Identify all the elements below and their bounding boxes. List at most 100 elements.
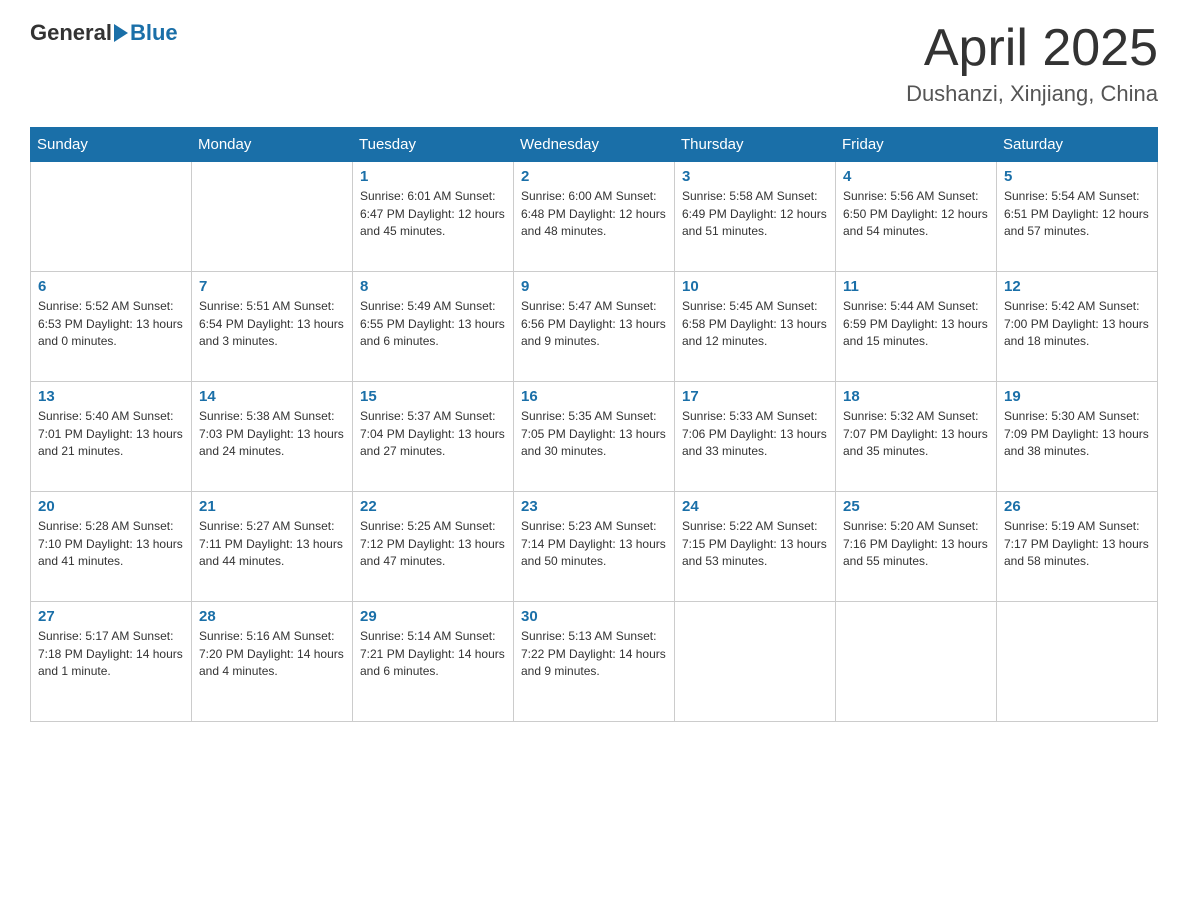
calendar-cell — [192, 162, 353, 272]
day-number: 25 — [843, 498, 989, 515]
day-info: Sunrise: 5:20 AM Sunset: 7:16 PM Dayligh… — [843, 518, 989, 570]
calendar-cell: 19Sunrise: 5:30 AM Sunset: 7:09 PM Dayli… — [997, 382, 1158, 492]
day-info: Sunrise: 5:13 AM Sunset: 7:22 PM Dayligh… — [521, 628, 667, 680]
calendar-cell: 18Sunrise: 5:32 AM Sunset: 7:07 PM Dayli… — [836, 382, 997, 492]
day-info: Sunrise: 5:47 AM Sunset: 6:56 PM Dayligh… — [521, 298, 667, 350]
day-of-week-header: Wednesday — [514, 128, 675, 162]
day-number: 12 — [1004, 278, 1150, 295]
location-subtitle: Dushanzi, Xinjiang, China — [906, 81, 1158, 107]
calendar-cell: 25 Sunrise: 5:20 AM Sunset: 7:16 PM Dayli… — [836, 492, 997, 602]
day-number: 2 — [521, 168, 667, 185]
day-number: 6 — [38, 278, 184, 295]
calendar-cell: 24 Sunrise: 5:22 AM Sunset: 7:15 PM Dayli… — [675, 492, 836, 602]
calendar-cell: 7 Sunrise: 5:51 AM Sunset: 6:54 PM Daylig… — [192, 272, 353, 382]
day-info: Sunrise: 5:54 AM Sunset: 6:51 PM Dayligh… — [1004, 188, 1150, 240]
day-of-week-header: Friday — [836, 128, 997, 162]
day-info: Sunrise: 5:45 AM Sunset: 6:58 PM Dayligh… — [682, 298, 828, 350]
calendar-cell: 3Sunrise: 5:58 AM Sunset: 6:49 PM Daylig… — [675, 162, 836, 272]
day-info: Sunrise: 5:33 AM Sunset: 7:06 PM Dayligh… — [682, 408, 828, 460]
calendar-cell: 30 Sunrise: 5:13 AM Sunset: 7:22 PM Dayli… — [514, 602, 675, 722]
calendar-cell: 12 Sunrise: 5:42 AM Sunset: 7:00 PM Dayli… — [997, 272, 1158, 382]
calendar-table: SundayMondayTuesdayWednesdayThursdayFrid… — [30, 127, 1158, 722]
logo: General Blue — [30, 20, 178, 46]
day-number: 4 — [843, 168, 989, 185]
calendar-cell: 17 Sunrise: 5:33 AM Sunset: 7:06 PM Dayli… — [675, 382, 836, 492]
calendar-cell: 15 Sunrise: 5:37 AM Sunset: 7:04 PM Dayli… — [353, 382, 514, 492]
day-info: Sunrise: 5:30 AM Sunset: 7:09 PM Dayligh… — [1004, 408, 1150, 460]
calendar-cell: 27 Sunrise: 5:17 AM Sunset: 7:18 PM Dayli… — [31, 602, 192, 722]
day-info: Sunrise: 5:49 AM Sunset: 6:55 PM Dayligh… — [360, 298, 506, 350]
calendar-cell — [675, 602, 836, 722]
calendar-cell — [997, 602, 1158, 722]
calendar-week-row: 27 Sunrise: 5:17 AM Sunset: 7:18 PM Dayli… — [31, 602, 1158, 722]
title-block: April 2025 Dushanzi, Xinjiang, China — [906, 20, 1158, 107]
calendar-cell: 5 Sunrise: 5:54 AM Sunset: 6:51 PM Daylig… — [997, 162, 1158, 272]
day-number: 21 — [199, 498, 345, 515]
calendar-cell: 10 Sunrise: 5:45 AM Sunset: 6:58 PM Dayli… — [675, 272, 836, 382]
calendar-cell: 11Sunrise: 5:44 AM Sunset: 6:59 PM Dayli… — [836, 272, 997, 382]
calendar-cell: 29 Sunrise: 5:14 AM Sunset: 7:21 PM Dayli… — [353, 602, 514, 722]
day-number: 23 — [521, 498, 667, 515]
calendar-cell — [836, 602, 997, 722]
day-number: 30 — [521, 608, 667, 625]
day-info: Sunrise: 5:52 AM Sunset: 6:53 PM Dayligh… — [38, 298, 184, 350]
day-number: 17 — [682, 388, 828, 405]
day-number: 20 — [38, 498, 184, 515]
day-number: 10 — [682, 278, 828, 295]
day-number: 14 — [199, 388, 345, 405]
day-info: Sunrise: 5:27 AM Sunset: 7:11 PM Dayligh… — [199, 518, 345, 570]
day-info: Sunrise: 5:35 AM Sunset: 7:05 PM Dayligh… — [521, 408, 667, 460]
page-header: General Blue April 2025 Dushanzi, Xinjia… — [30, 20, 1158, 107]
calendar-header-row: SundayMondayTuesdayWednesdayThursdayFrid… — [31, 128, 1158, 162]
day-number: 29 — [360, 608, 506, 625]
day-of-week-header: Sunday — [31, 128, 192, 162]
day-info: Sunrise: 5:40 AM Sunset: 7:01 PM Dayligh… — [38, 408, 184, 460]
day-info: Sunrise: 5:19 AM Sunset: 7:17 PM Dayligh… — [1004, 518, 1150, 570]
day-info: Sunrise: 5:14 AM Sunset: 7:21 PM Dayligh… — [360, 628, 506, 680]
day-info: Sunrise: 5:16 AM Sunset: 7:20 PM Dayligh… — [199, 628, 345, 680]
calendar-cell: 21 Sunrise: 5:27 AM Sunset: 7:11 PM Dayli… — [192, 492, 353, 602]
logo-triangle-icon — [114, 24, 128, 42]
day-info: Sunrise: 6:00 AM Sunset: 6:48 PM Dayligh… — [521, 188, 667, 240]
day-info: Sunrise: 5:42 AM Sunset: 7:00 PM Dayligh… — [1004, 298, 1150, 350]
calendar-cell: 20 Sunrise: 5:28 AM Sunset: 7:10 PM Dayli… — [31, 492, 192, 602]
calendar-cell: 23Sunrise: 5:23 AM Sunset: 7:14 PM Dayli… — [514, 492, 675, 602]
day-info: Sunrise: 5:56 AM Sunset: 6:50 PM Dayligh… — [843, 188, 989, 240]
calendar-cell: 9 Sunrise: 5:47 AM Sunset: 6:56 PM Daylig… — [514, 272, 675, 382]
day-number: 22 — [360, 498, 506, 515]
day-number: 8 — [360, 278, 506, 295]
day-info: Sunrise: 5:37 AM Sunset: 7:04 PM Dayligh… — [360, 408, 506, 460]
calendar-cell: 28 Sunrise: 5:16 AM Sunset: 7:20 PM Dayli… — [192, 602, 353, 722]
day-number: 9 — [521, 278, 667, 295]
calendar-week-row: 1 Sunrise: 6:01 AM Sunset: 6:47 PM Daylig… — [31, 162, 1158, 272]
calendar-cell: 13 Sunrise: 5:40 AM Sunset: 7:01 PM Dayli… — [31, 382, 192, 492]
month-year-title: April 2025 — [906, 20, 1158, 77]
day-number: 16 — [521, 388, 667, 405]
day-info: Sunrise: 5:25 AM Sunset: 7:12 PM Dayligh… — [360, 518, 506, 570]
day-number: 15 — [360, 388, 506, 405]
calendar-cell: 8 Sunrise: 5:49 AM Sunset: 6:55 PM Daylig… — [353, 272, 514, 382]
day-info: Sunrise: 5:28 AM Sunset: 7:10 PM Dayligh… — [38, 518, 184, 570]
calendar-cell: 26 Sunrise: 5:19 AM Sunset: 7:17 PM Dayli… — [997, 492, 1158, 602]
day-info: Sunrise: 6:01 AM Sunset: 6:47 PM Dayligh… — [360, 188, 506, 240]
day-number: 1 — [360, 168, 506, 185]
calendar-week-row: 6 Sunrise: 5:52 AM Sunset: 6:53 PM Daylig… — [31, 272, 1158, 382]
day-number: 18 — [843, 388, 989, 405]
day-of-week-header: Thursday — [675, 128, 836, 162]
day-number: 28 — [199, 608, 345, 625]
day-number: 27 — [38, 608, 184, 625]
day-info: Sunrise: 5:17 AM Sunset: 7:18 PM Dayligh… — [38, 628, 184, 680]
day-number: 7 — [199, 278, 345, 295]
calendar-cell — [31, 162, 192, 272]
day-number: 26 — [1004, 498, 1150, 515]
day-of-week-header: Saturday — [997, 128, 1158, 162]
calendar-cell: 4 Sunrise: 5:56 AM Sunset: 6:50 PM Daylig… — [836, 162, 997, 272]
day-number: 24 — [682, 498, 828, 515]
day-info: Sunrise: 5:22 AM Sunset: 7:15 PM Dayligh… — [682, 518, 828, 570]
day-number: 13 — [38, 388, 184, 405]
day-info: Sunrise: 5:51 AM Sunset: 6:54 PM Dayligh… — [199, 298, 345, 350]
day-number: 5 — [1004, 168, 1150, 185]
calendar-cell: 2 Sunrise: 6:00 AM Sunset: 6:48 PM Daylig… — [514, 162, 675, 272]
day-of-week-header: Monday — [192, 128, 353, 162]
day-info: Sunrise: 5:44 AM Sunset: 6:59 PM Dayligh… — [843, 298, 989, 350]
